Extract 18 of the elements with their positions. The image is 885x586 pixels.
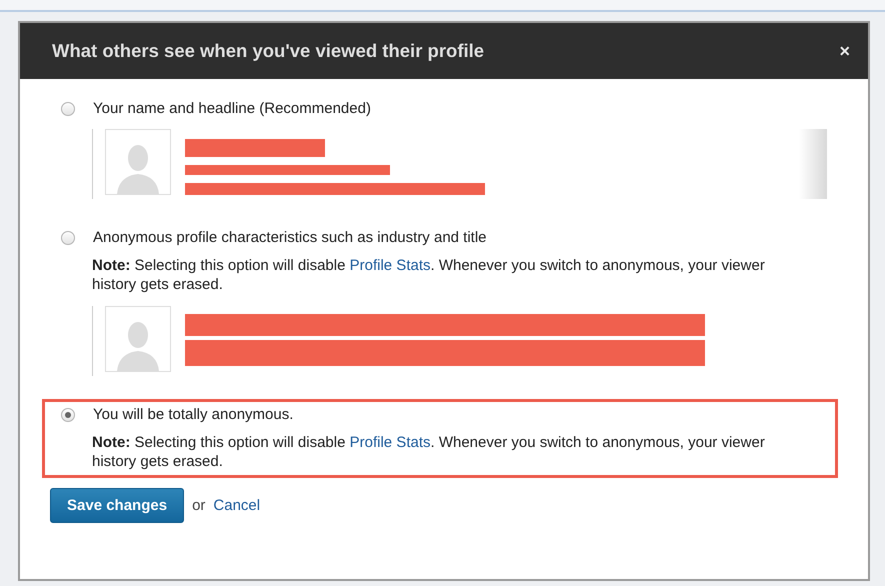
note-text: Note: Selecting this option will disable Profile Stats. Whenever you switch to anonymous, your viewer history gets erased. (92, 256, 766, 294)
radio-button[interactable] (61, 230, 75, 244)
avatar-silhouette-icon (105, 306, 171, 372)
option-label: Anonymous profile characteristics such as industry and title (93, 229, 487, 246)
option-label: You will be totally anonymous. (93, 406, 294, 423)
or-text: or (192, 497, 206, 514)
profile-stats-link[interactable]: Profile Stats (350, 257, 430, 274)
note-text: Note: Selecting this option will disable Profile Stats. Whenever you switch to anonymous, your viewer history gets erased. (92, 433, 766, 471)
avatar-silhouette-icon (105, 129, 171, 195)
save-button[interactable]: Save changes (50, 488, 184, 523)
dialog-title: What others see when you've viewed their profile (52, 40, 484, 62)
radio-button[interactable] (61, 408, 75, 422)
fade-strip (799, 129, 827, 199)
option-label: Your name and headline (Recommended) (93, 100, 371, 117)
radio-button[interactable] (61, 102, 75, 116)
cancel-link[interactable]: Cancel (213, 497, 260, 514)
close-button[interactable]: × (835, 38, 854, 64)
profile-stats-link[interactable]: Profile Stats (350, 434, 430, 451)
